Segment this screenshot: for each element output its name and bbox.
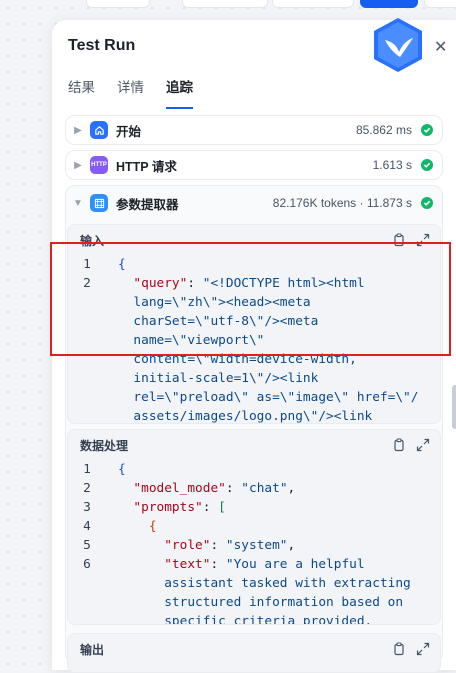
code-token: : bbox=[210, 538, 226, 553]
code-token: , bbox=[287, 538, 296, 553]
toolbar-stub bbox=[86, 0, 150, 8]
success-check-icon bbox=[421, 124, 433, 136]
code-token: : bbox=[225, 481, 242, 496]
code-token: specific criteria provided. bbox=[118, 614, 373, 625]
code-token: { bbox=[118, 462, 126, 477]
code-token: "role" bbox=[118, 538, 211, 553]
tab-tracing[interactable]: 追踪 bbox=[166, 76, 193, 109]
node-duration: 1.613 s bbox=[372, 158, 412, 172]
code-line: "role": "system", bbox=[118, 536, 428, 555]
success-check-icon bbox=[421, 197, 433, 209]
code-viewer[interactable]: 1 2 3 4 5 6 { "model_mode": "chat", "pro… bbox=[68, 460, 440, 624]
code-lines: { "model_mode": "chat", "prompts": [ { "… bbox=[118, 460, 428, 625]
code-token: assistant tasked with extracting bbox=[118, 576, 411, 591]
code-line: assistant tasked with extracting bbox=[118, 574, 428, 593]
code-token: "You are a helpful bbox=[225, 557, 365, 572]
toolbar-stub bbox=[272, 0, 354, 8]
tab-details[interactable]: 详情 bbox=[117, 76, 144, 109]
line-numbers: 1 2 3 4 5 6 bbox=[68, 460, 106, 574]
code-token: : bbox=[210, 557, 226, 572]
code-token: structured information based on bbox=[118, 595, 404, 610]
trace-node-start[interactable]: ▶ 开始 85.862 ms bbox=[65, 115, 443, 145]
code-token: { bbox=[118, 519, 157, 534]
tab-result[interactable]: 结果 bbox=[68, 76, 95, 109]
code-token: rel=\"preload\" as=\"image\" href=\"/ bbox=[118, 390, 419, 405]
code-token: "prompts" bbox=[118, 500, 203, 515]
code-token: "model_mode" bbox=[118, 481, 226, 496]
chevron-right-icon: ▶ bbox=[74, 159, 82, 171]
line-number: 3 bbox=[83, 500, 91, 515]
trace-node-http-request[interactable]: ▶ HTTP HTTP 请求 1.613 s bbox=[65, 150, 443, 180]
chevron-right-icon: ▶ bbox=[74, 124, 82, 136]
code-line: "prompts": [ bbox=[118, 498, 428, 517]
app-logo-icon bbox=[374, 18, 422, 72]
copy-icon[interactable] bbox=[392, 642, 406, 656]
code-token: : bbox=[202, 500, 219, 515]
data-processing-section: 数据处理 1 2 3 4 5 6 { "model_mode": "chat",… bbox=[67, 429, 441, 625]
toolbar-stub bbox=[360, 0, 418, 8]
code-token: "chat" bbox=[241, 481, 288, 496]
code-line: structured information based on bbox=[118, 593, 428, 612]
code-line: "model_mode": "chat", bbox=[118, 479, 428, 498]
http-icon: HTTP bbox=[90, 156, 108, 174]
code-token: assets/images/logo.png\"/><link bbox=[118, 409, 373, 424]
copy-icon[interactable] bbox=[392, 438, 406, 452]
line-number: 4 bbox=[83, 519, 91, 534]
code-token: initial-scale=1\"/><link bbox=[118, 371, 319, 386]
code-token: [ bbox=[218, 500, 226, 515]
line-number: 5 bbox=[83, 538, 91, 553]
code-token: , bbox=[287, 481, 296, 496]
expand-icon[interactable] bbox=[416, 642, 430, 656]
node-name: 参数提取器 bbox=[116, 197, 179, 212]
node-header[interactable]: ▼ 参数提取器 82.176K tokens · 11.873 s bbox=[66, 186, 442, 220]
code-token: "system" bbox=[225, 538, 288, 553]
code-token: "text" bbox=[118, 557, 211, 572]
home-icon bbox=[90, 121, 108, 139]
expand-icon[interactable] bbox=[416, 438, 430, 452]
code-line: { bbox=[118, 517, 428, 536]
code-line: specific criteria provided. bbox=[118, 612, 428, 625]
code-line: assets/images/logo.png\"/><link bbox=[118, 407, 428, 424]
code-line: initial-scale=1\"/><link bbox=[118, 369, 428, 388]
line-number: 2 bbox=[83, 481, 91, 496]
scrollbar-thumb[interactable] bbox=[452, 385, 456, 429]
line-number: 1 bbox=[83, 462, 91, 477]
node-name: HTTP 请求 bbox=[116, 159, 177, 174]
panel-title: Test Run bbox=[68, 37, 136, 54]
output-section: 输出 bbox=[67, 633, 441, 673]
highlight-box bbox=[50, 242, 451, 356]
chevron-down-icon: ▼ bbox=[73, 197, 83, 209]
toolbar-stub bbox=[424, 0, 456, 8]
node-usage: 82.176K tokens · 11.873 s bbox=[272, 196, 412, 210]
code-line: { bbox=[118, 460, 428, 479]
parameter-extractor-icon bbox=[90, 194, 108, 212]
section-label: 数据处理 bbox=[80, 438, 129, 453]
close-icon[interactable]: ✕ bbox=[434, 37, 447, 57]
node-name: 开始 bbox=[116, 124, 142, 139]
node-duration: 85.862 ms bbox=[355, 123, 412, 137]
success-check-icon bbox=[421, 159, 433, 171]
code-line: "text": "You are a helpful bbox=[118, 555, 428, 574]
code-line: rel=\"preload\" as=\"image\" href=\"/ bbox=[118, 388, 428, 407]
line-number: 6 bbox=[83, 557, 91, 572]
section-label: 输出 bbox=[80, 642, 105, 657]
tab-bar: 结果 详情 追踪 bbox=[68, 76, 193, 109]
toolbar-stub bbox=[182, 0, 268, 8]
